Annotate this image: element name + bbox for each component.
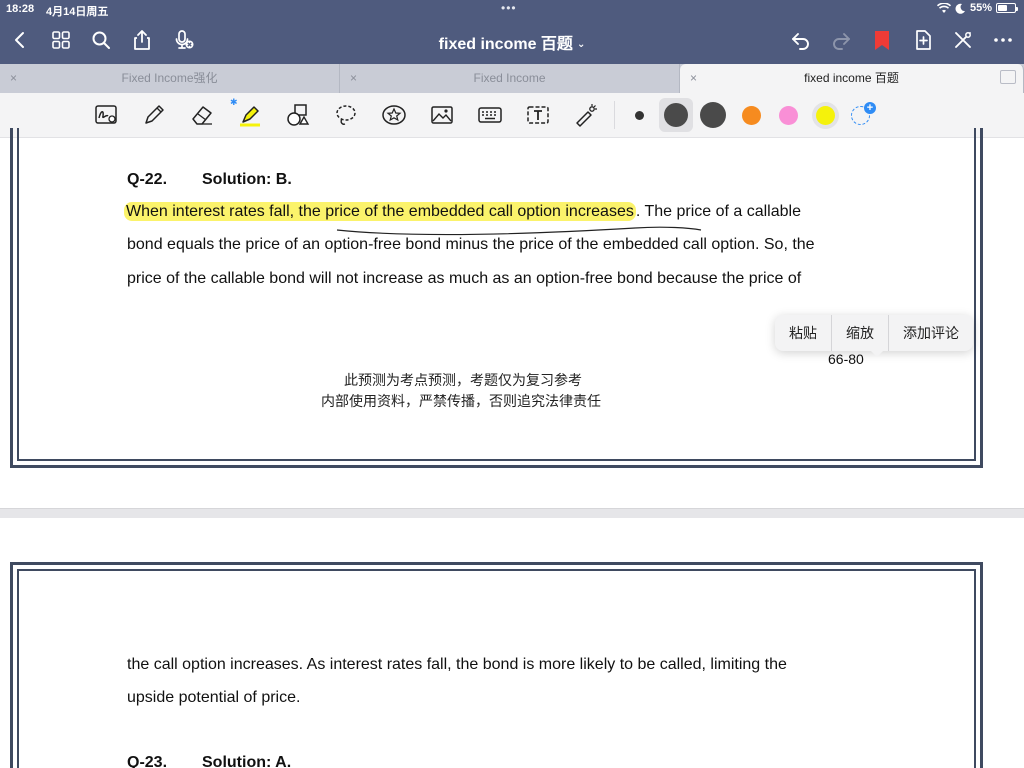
solution-label: Solution: A. — [202, 754, 292, 768]
menu-item-paste[interactable]: 粘贴 — [775, 315, 832, 351]
tab-label: fixed income 百题 — [804, 71, 899, 85]
chevron-down-icon: ⌄ — [576, 39, 586, 50]
wifi-icon — [936, 2, 951, 13]
close-icon[interactable]: × — [10, 64, 17, 93]
question-number: Q-22. — [127, 171, 168, 188]
bookmark-icon[interactable] — [870, 28, 894, 52]
undo-icon[interactable] — [789, 28, 813, 52]
answer-line-1-rest: . The price of a callable — [635, 203, 801, 220]
laser-pointer-icon[interactable] — [572, 101, 600, 129]
status-date: 4月14日周五 — [46, 6, 109, 18]
status-indicators: 55% — [936, 2, 1018, 14]
answer-line-2: bond equals the price of an option-free … — [127, 236, 815, 253]
menu-item-zoom[interactable]: 缩放 — [832, 315, 889, 351]
color-swatch-dark-gray-thick[interactable] — [700, 102, 726, 128]
text-box-icon[interactable] — [524, 101, 552, 129]
context-menu: 粘贴 缩放 添加评论 — [775, 315, 973, 351]
close-icon[interactable]: × — [350, 64, 357, 93]
document-page-2: the call option increases. As interest r… — [0, 518, 1024, 768]
bluetooth-icon: ✱ — [230, 97, 238, 107]
keyboard-icon[interactable] — [476, 101, 504, 129]
color-swatch-dark-gray-medium[interactable] — [664, 103, 688, 127]
sticker-icon[interactable] — [380, 101, 408, 129]
close-icon[interactable]: × — [690, 64, 697, 93]
pen-icon[interactable] — [140, 101, 168, 129]
moon-icon — [955, 3, 965, 14]
image-icon[interactable] — [428, 101, 456, 129]
solution-label: Solution: B. — [202, 171, 292, 188]
battery-icon — [996, 3, 1018, 13]
shapes-icon[interactable] — [284, 101, 312, 129]
context-menu-arrow — [870, 350, 884, 357]
document-title-text: fixed income 百题 — [438, 36, 573, 53]
color-swatch-pink[interactable] — [779, 106, 798, 125]
footer-note-line-2: 内部使用资料，严禁传播，否则追究法律责任 — [321, 394, 601, 410]
lasso-icon[interactable] — [332, 101, 360, 129]
footer-note-line-1: 此预测为考点预测，考题仅为复习参考 — [344, 373, 582, 389]
tab-label: Fixed Income — [473, 71, 546, 85]
tab-bar: × Fixed Income强化 × Fixed Income × fixed … — [0, 64, 1024, 93]
add-page-icon[interactable] — [911, 28, 935, 52]
color-swatch-yellow[interactable] — [816, 106, 835, 125]
status-time: 18:28 — [6, 3, 35, 15]
tab-fixed-income-qianghua[interactable]: × Fixed Income强化 — [0, 64, 340, 93]
split-view-icon[interactable] — [1000, 70, 1016, 84]
handwriting-icon[interactable] — [92, 101, 120, 129]
menu-item-add-comment[interactable]: 添加评论 — [889, 315, 973, 351]
question-number: Q-23. — [127, 754, 168, 768]
more-icon[interactable] — [991, 28, 1015, 52]
page-number: 66-80 — [828, 351, 864, 367]
battery-percent: 55% — [969, 2, 992, 14]
highlighter-icon[interactable] — [236, 101, 264, 129]
eraser-icon[interactable] — [188, 101, 216, 129]
answer-line-continued-2: upside potential of price. — [127, 689, 301, 706]
page-gap — [0, 508, 1024, 518]
multitasking-dots-icon[interactable]: ••• — [501, 1, 517, 15]
tab-label: Fixed Income强化 — [121, 71, 218, 85]
tools-icon[interactable] — [951, 28, 975, 52]
highlighted-text[interactable]: When interest rates fall, the price of t… — [124, 202, 636, 221]
tab-fixed-income[interactable]: × Fixed Income — [340, 64, 680, 93]
color-swatch-thin[interactable] — [635, 111, 644, 120]
color-swatch-orange[interactable] — [742, 106, 761, 125]
plus-icon: + — [864, 102, 876, 114]
answer-line-1[interactable]: When interest rates fall, the price of t… — [124, 202, 801, 221]
answer-line-3: price of the callable bond will not incr… — [127, 270, 802, 287]
redo-icon[interactable] — [829, 28, 853, 52]
toolbar-divider — [614, 101, 615, 129]
tab-fixed-income-baiti[interactable]: × fixed income 百题 — [680, 64, 1024, 93]
top-bar: 18:28 4月14日周五 ••• 55% fixed income 百题 ⌄ — [0, 0, 1024, 64]
answer-line-continued-1: the call option increases. As interest r… — [127, 656, 787, 673]
